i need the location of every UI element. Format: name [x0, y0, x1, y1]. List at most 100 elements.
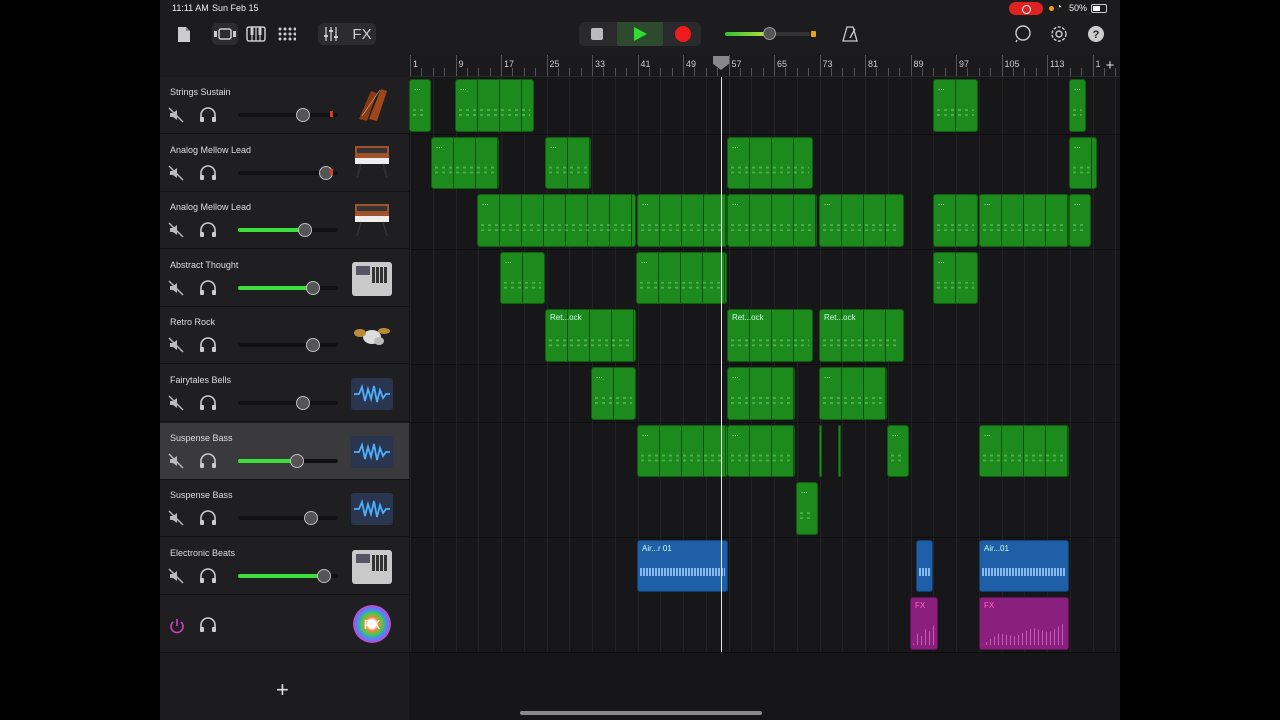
midi-region[interactable]: ... [500, 251, 545, 305]
midi-region[interactable]: ... [979, 194, 1069, 247]
fx-track-header[interactable]: FX [160, 595, 409, 653]
add-track-button[interactable]: + [276, 677, 289, 703]
track-header[interactable]: Strings Sustain [160, 77, 409, 134]
mute-icon[interactable] [168, 395, 186, 411]
midi-region[interactable]: ... [455, 79, 534, 132]
track-volume-slider[interactable] [238, 453, 338, 468]
headphones-icon[interactable] [199, 164, 217, 181]
fx-automation-region[interactable]: FX [910, 597, 938, 650]
midi-region[interactable]: ... [979, 424, 1069, 478]
home-indicator[interactable] [520, 711, 762, 715]
mute-icon[interactable] [168, 165, 186, 181]
audio-region[interactable]: Air...01 [979, 539, 1069, 593]
midi-region[interactable]: ... [1069, 136, 1097, 190]
track-volume-slider[interactable] [238, 165, 338, 180]
track-header[interactable]: Electronic Beats [160, 537, 409, 595]
mute-icon[interactable] [168, 222, 186, 238]
loop-icon[interactable] [1012, 22, 1034, 46]
volume-knob[interactable] [305, 280, 320, 295]
playhead-handle[interactable] [713, 56, 729, 70]
track-lane[interactable] [409, 480, 1120, 539]
view-toggle-icon[interactable] [212, 23, 238, 45]
midi-region[interactable]: ... [431, 136, 499, 190]
volume-knob[interactable] [296, 396, 311, 410]
instrument-icon[interactable] [350, 200, 394, 242]
instrument-icon[interactable] [350, 85, 394, 127]
headphones-icon[interactable] [199, 395, 217, 411]
track-volume-slider[interactable] [238, 396, 338, 410]
mute-icon[interactable] [168, 510, 186, 526]
track-volume-slider[interactable] [238, 511, 338, 526]
midi-region[interactable]: ... [933, 194, 978, 247]
instrument-icon[interactable] [350, 143, 394, 185]
midi-region[interactable]: Ret...ock [545, 309, 636, 362]
midi-region[interactable]: ... [933, 79, 978, 132]
grid-icon[interactable] [276, 22, 298, 46]
arrangement-area[interactable]: ........................................… [409, 77, 1120, 720]
volume-knob[interactable] [305, 338, 320, 353]
headphones-icon[interactable] [199, 280, 217, 296]
mute-icon[interactable] [168, 280, 186, 296]
midi-region[interactable]: ... [1069, 194, 1091, 247]
midi-region[interactable]: ... [727, 194, 817, 247]
midi-region[interactable]: ... [409, 79, 431, 132]
record-button[interactable] [665, 22, 701, 46]
track-volume-slider[interactable] [238, 280, 338, 295]
midi-region[interactable]: Ret...ock [819, 309, 904, 362]
volume-knob[interactable] [298, 223, 313, 238]
play-button[interactable] [617, 22, 663, 46]
midi-region[interactable]: ... [727, 367, 795, 420]
master-volume-slider[interactable] [725, 27, 810, 40]
fx-button[interactable]: FX [350, 22, 374, 46]
instrument-icon[interactable] [350, 546, 394, 588]
mute-icon[interactable] [168, 107, 186, 123]
instrument-icon[interactable] [350, 431, 394, 473]
track-volume-slider[interactable] [238, 108, 338, 122]
track-volume-slider[interactable] [238, 338, 338, 353]
midi-region[interactable]: ... [819, 367, 887, 420]
midi-region[interactable]: ... [477, 194, 636, 247]
help-icon[interactable]: ? [1085, 22, 1107, 46]
audio-region[interactable]: Air...r 01 [637, 539, 728, 593]
audio-region[interactable] [916, 539, 933, 593]
midi-region[interactable]: ... [636, 251, 727, 305]
timeline-ruler[interactable]: + 1 9 17 25 33 41 49 57 65 73 81 89 97 105 113 1 [409, 55, 1120, 77]
mute-icon[interactable] [168, 568, 186, 584]
midi-region[interactable]: ... [819, 194, 904, 247]
headphones-icon[interactable] [199, 568, 217, 584]
midi-region[interactable] [819, 424, 822, 478]
headphones-icon[interactable] [199, 337, 217, 353]
midi-region[interactable]: Ret...ock [727, 309, 813, 362]
track-header[interactable]: Retro Rock [160, 307, 409, 365]
midi-region[interactable]: ... [1069, 79, 1086, 132]
midi-region[interactable]: ... [727, 424, 795, 478]
stop-button[interactable] [579, 22, 615, 46]
keyboard-icon[interactable] [245, 22, 267, 46]
volume-knob[interactable] [316, 568, 331, 583]
mute-icon[interactable] [168, 453, 186, 469]
track-volume-slider[interactable] [238, 568, 338, 583]
fx-power-icon[interactable] [168, 617, 186, 640]
headphones-icon[interactable] [199, 510, 217, 526]
instrument-icon[interactable] [350, 258, 394, 300]
metronome-icon[interactable] [839, 22, 861, 46]
fx-automation-region[interactable]: FX [979, 597, 1069, 650]
midi-region[interactable]: ... [796, 482, 818, 535]
instrument-icon[interactable] [350, 373, 394, 415]
midi-region[interactable]: ... [545, 136, 591, 190]
midi-region[interactable] [838, 424, 841, 478]
midi-region[interactable]: ... [887, 424, 909, 478]
volume-knob[interactable] [303, 511, 318, 526]
midi-region[interactable]: ... [637, 424, 728, 478]
settings-icon[interactable] [1048, 22, 1070, 46]
mute-icon[interactable] [168, 337, 186, 353]
track-header[interactable]: Suspense Bass [160, 480, 409, 538]
track-header[interactable]: Abstract Thought [160, 249, 409, 307]
volume-knob[interactable] [289, 453, 304, 468]
headphones-icon[interactable] [199, 452, 217, 469]
instrument-icon[interactable] [350, 488, 394, 530]
headphones-icon[interactable] [199, 222, 217, 238]
track-volume-slider[interactable] [238, 223, 338, 238]
headphones-icon[interactable] [199, 107, 217, 123]
midi-region[interactable]: ... [591, 367, 636, 420]
